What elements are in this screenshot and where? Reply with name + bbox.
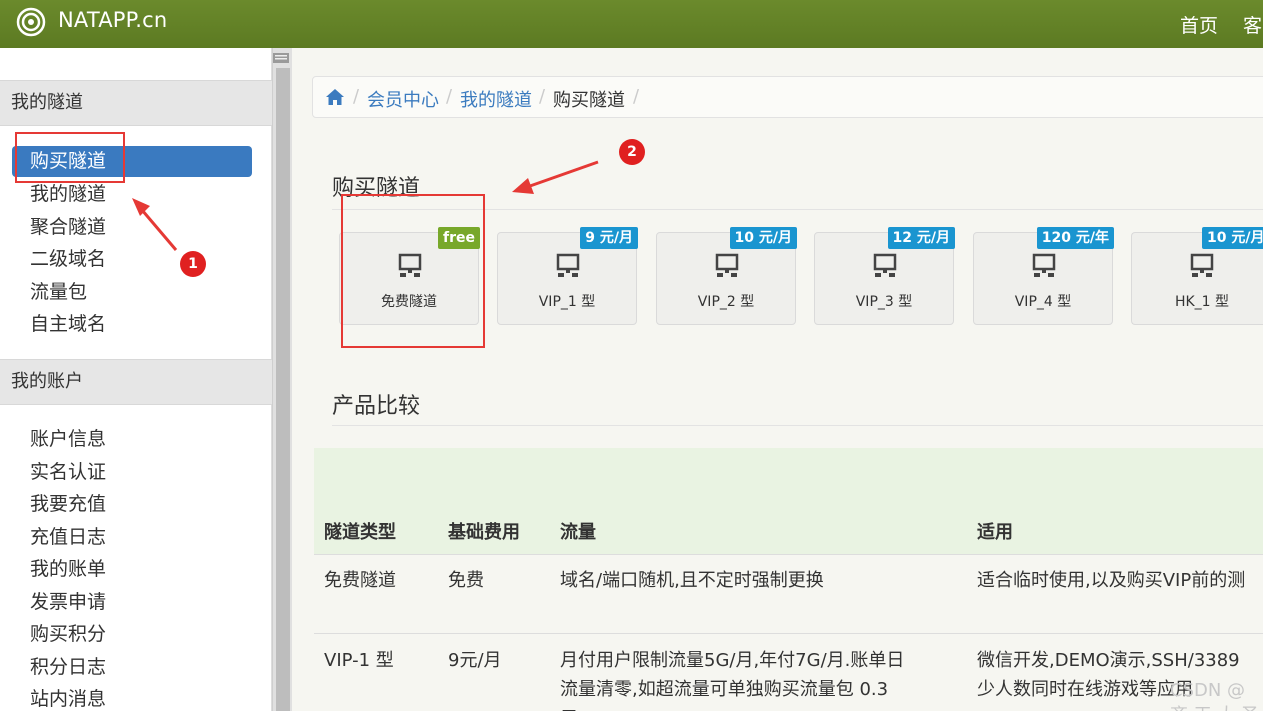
tile-label: VIP_1 型 — [538, 294, 596, 310]
sidebar-item-my-tunnels[interactable]: 我的隧道 — [30, 181, 106, 207]
sidebar-item-subdomain[interactable]: 二级域名 — [30, 246, 106, 272]
sidebar-item-custom-domain[interactable]: 自主域名 — [30, 311, 106, 337]
annotation-box-2 — [341, 194, 485, 348]
sidebar-item-my-bills[interactable]: 我的账单 — [30, 556, 106, 582]
natapp-logo-icon[interactable] — [16, 7, 46, 37]
table-cell: 域名/端口随机,且不定时强制更换 — [560, 570, 824, 591]
nav-link-truncated[interactable]: 客 — [1243, 11, 1262, 38]
table-row-divider — [314, 554, 1263, 555]
watermark: CSDN @ 齐 天 大 圣 — [1170, 680, 1259, 711]
table-cell: 适合临时使用,以及购买VIP前的测 — [977, 570, 1246, 591]
annotation-number-1: 1 — [180, 251, 206, 277]
tile-label: HK_1 型 — [1174, 294, 1230, 310]
sidebar-item-messages[interactable]: 站内消息 — [30, 686, 106, 711]
table-cell: 月付用户限制流量5G/月,年付7G/月.账单日 流量清零,如超流量可单独购买流量… — [560, 650, 905, 711]
tile-label: VIP_4 型 — [1014, 294, 1072, 310]
sidebar-item-recharge-log[interactable]: 充值日志 — [30, 524, 106, 550]
table-cell: 9元/月 — [448, 650, 502, 671]
sidebar-item-buy-points[interactable]: 购买积分 — [30, 621, 106, 647]
sidebar-scrollbar[interactable] — [272, 48, 292, 711]
network-icon — [873, 253, 897, 277]
top-navbar: NATAPP.cn 首页 客 — [0, 0, 1263, 48]
tile-vip1[interactable]: VIP_1 型 9 元/月 — [497, 227, 638, 325]
divider — [332, 425, 1263, 426]
nav-home-link[interactable]: 首页 — [1180, 11, 1218, 38]
table-cell: VIP-1 型 — [324, 650, 394, 671]
table-header-traffic: 流量 — [560, 522, 596, 543]
breadcrumb-my-tunnels[interactable]: 我的隧道 — [460, 86, 532, 112]
sidebar-item-points-log[interactable]: 积分日志 — [30, 654, 106, 680]
collapse-icon[interactable] — [272, 52, 290, 64]
price-badge: 9 元/月 — [580, 227, 638, 249]
table-header-fee: 基础费用 — [448, 522, 520, 543]
table-cell: 免费隧道 — [324, 570, 396, 591]
sidebar-item-invoice[interactable]: 发票申请 — [30, 589, 106, 615]
sidebar-item-account-info[interactable]: 账户信息 — [30, 426, 106, 452]
annotation-number-2: 2 — [619, 139, 645, 165]
sidebar-section-tunnels[interactable]: 我的隧道 — [0, 80, 272, 126]
network-icon — [1032, 253, 1056, 277]
sidebar-item-verification[interactable]: 实名认证 — [30, 459, 106, 485]
network-icon — [715, 253, 739, 277]
scrollbar-thumb[interactable] — [276, 68, 290, 711]
tile-vip4[interactable]: VIP_4 型 120 元/年 — [973, 227, 1114, 325]
sidebar-item-recharge[interactable]: 我要充值 — [30, 491, 106, 517]
table-cell: 免费 — [448, 570, 484, 591]
home-icon[interactable] — [325, 87, 345, 107]
sidebar-item-traffic-pack[interactable]: 流量包 — [30, 279, 87, 305]
main-content: / 会员中心 / 我的隧道 / 购买隧道 / 购买隧道 免费隧道 free VI… — [292, 48, 1263, 711]
sidebar-item-aggregate-tunnels[interactable]: 聚合隧道 — [30, 214, 106, 240]
breadcrumb-buy-tunnel: 购买隧道 — [553, 90, 625, 111]
brand-name[interactable]: NATAPP.cn — [58, 8, 167, 32]
breadcrumb: / 会员中心 / 我的隧道 / 购买隧道 / — [312, 76, 1263, 118]
table-header-type: 隧道类型 — [324, 522, 396, 543]
tile-label: VIP_3 型 — [855, 294, 913, 310]
table-header-usage: 适用 — [977, 522, 1013, 543]
tile-vip2[interactable]: VIP_2 型 10 元/月 — [656, 227, 797, 325]
compare-title: 产品比较 — [332, 394, 421, 419]
breadcrumb-member-center[interactable]: 会员中心 — [367, 86, 439, 112]
price-badge: 12 元/月 — [887, 227, 955, 249]
price-badge: 10 元/月 — [729, 227, 797, 249]
annotation-box-1 — [15, 132, 125, 183]
sidebar-section-account[interactable]: 我的账户 — [0, 359, 272, 405]
price-badge: 10 元/月 — [1202, 227, 1263, 249]
price-badge: 120 元/年 — [1036, 227, 1114, 249]
network-icon — [1190, 253, 1214, 277]
tile-hk1[interactable]: HK_1 型 10 元/月 — [1131, 227, 1263, 325]
network-icon — [556, 253, 580, 277]
tile-label: VIP_2 型 — [697, 294, 755, 310]
tile-vip3[interactable]: VIP_3 型 12 元/月 — [814, 227, 955, 325]
table-row-divider — [314, 633, 1263, 634]
